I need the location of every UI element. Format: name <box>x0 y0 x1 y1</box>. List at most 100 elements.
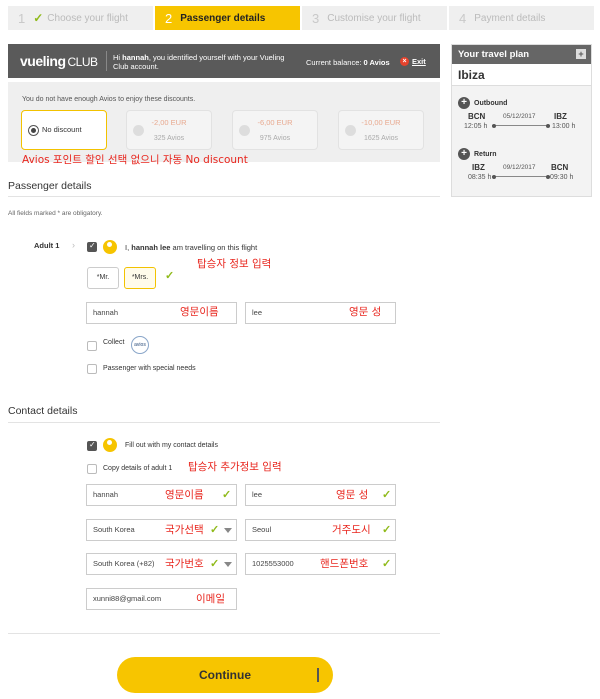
leg-date: 09/12/2017 <box>503 164 536 171</box>
copy-adult-checkbox[interactable] <box>87 464 97 474</box>
step-number: 1 <box>18 10 26 26</box>
travelling-checkbox[interactable] <box>87 241 97 252</box>
step-number: 4 <box>459 10 467 26</box>
radio-icon <box>345 125 356 136</box>
logo-sub: CLUB <box>67 55 99 69</box>
chevron-right-icon: › <box>72 240 75 250</box>
check-icon: ✓ <box>222 489 232 501</box>
origin-code: BCN <box>468 112 486 121</box>
departure-time: 08:35 h <box>468 174 492 181</box>
step-number: 2 <box>165 10 173 26</box>
leg-date: 05/12/2017 <box>503 113 536 120</box>
check-icon: ✓ <box>33 11 44 25</box>
origin-code: IBZ <box>472 163 485 172</box>
annotation-contact: 탑승자 추가정보 입력 <box>188 461 282 473</box>
check-icon: ✓ <box>210 558 220 570</box>
flight-line <box>492 174 550 179</box>
copy-adult-label: Copy details of adult 1 <box>103 465 173 472</box>
step-choose-flight[interactable]: 1 ✓ Choose your flight <box>8 6 155 30</box>
annotation-passenger: 탑승자 정보 입력 <box>197 258 272 270</box>
annotation-country: 국가선택 <box>165 524 204 536</box>
contact-last-name-field[interactable]: lee <box>245 484 396 506</box>
required-note: All fields marked * are obligatory. <box>8 210 103 217</box>
leg-label: Outbound <box>474 99 508 107</box>
special-needs-checkbox[interactable] <box>87 364 97 374</box>
avios-balance: Current balance: 0 Avios <box>306 58 390 67</box>
continue-label: Continue <box>199 668 251 682</box>
discount-option-2: -2,00 EUR 325 Avios <box>126 110 212 150</box>
radio-icon <box>133 125 144 136</box>
fill-contact-checkbox[interactable] <box>87 440 97 451</box>
annotation-code: 국가번호 <box>165 558 204 570</box>
step-label: Customise your flight <box>327 12 421 24</box>
step-label: Passenger details <box>180 12 266 24</box>
step-passenger-details: 2 Passenger details <box>155 6 302 30</box>
adult-label: Adult 1 <box>34 241 60 250</box>
discount-label: No discount <box>42 125 82 134</box>
radio-icon <box>28 125 39 136</box>
discount-avios: 325 Avios <box>153 135 185 142</box>
arrival-time: 09:30 h <box>550 174 574 181</box>
check-icon: ✓ <box>382 558 392 570</box>
exit-button[interactable]: × Exit <box>400 57 426 66</box>
close-icon: × <box>400 57 409 66</box>
special-needs-label: Passenger with special needs <box>103 365 196 372</box>
travel-plan-header: Your travel plan + <box>452 45 591 64</box>
chevron-down-icon <box>224 562 232 567</box>
title-mrs-button[interactable]: *Mrs. <box>124 267 156 289</box>
flight-line <box>492 123 550 128</box>
club-message: Hi hannah, you identified yourself with … <box>113 53 288 71</box>
destination-code: BCN <box>551 163 569 172</box>
divider <box>8 633 440 634</box>
annotation-last-name: 영문 성 <box>349 306 382 318</box>
city-field[interactable]: Seoul <box>245 519 396 541</box>
travel-plan-title: Your travel plan <box>458 49 530 60</box>
divider <box>106 51 107 71</box>
balance-value: 0 Avios <box>363 58 390 67</box>
collect-checkbox[interactable] <box>87 341 97 351</box>
user-icon <box>103 240 117 254</box>
discount-option-none[interactable]: No discount <box>21 110 107 150</box>
leg-label: Return <box>474 150 497 158</box>
discount-option-6: -6,00 EUR 975 Avios <box>232 110 318 150</box>
check-icon: ✓ <box>382 489 392 501</box>
fill-contact-label: Fill out with my contact details <box>125 442 218 449</box>
check-icon: ✓ <box>382 524 392 536</box>
outbound-title: + Outbound <box>458 97 507 109</box>
step-label: Payment details <box>474 12 546 24</box>
user-icon <box>103 438 117 452</box>
annotation-email: 이메일 <box>196 593 225 605</box>
check-icon: ✓ <box>165 270 175 282</box>
destination-code: IBZ <box>554 112 567 121</box>
annotation-first-name: 영문이름 <box>180 306 219 318</box>
chevron-down-icon <box>224 528 232 533</box>
expand-icon[interactable]: + <box>576 49 586 59</box>
user-name: hannah <box>122 53 149 62</box>
continue-button[interactable]: Continue <box>117 657 333 693</box>
travelling-name: hannah lee <box>131 243 171 252</box>
step-number: 3 <box>312 10 320 26</box>
arrival-time: 13:00 h <box>552 123 576 130</box>
annotation-avios: Avios 포인트 할인 선택 없으니 자동 No discount <box>22 154 248 166</box>
radio-icon <box>239 125 250 136</box>
divider <box>8 196 440 197</box>
exit-label: Exit <box>412 57 426 66</box>
annotation-contact-last: 영문 성 <box>336 489 369 501</box>
arrow-icon <box>317 668 325 682</box>
travelling-text: I, hannah lee am travelling on this flig… <box>125 243 257 252</box>
collect-label: Collect <box>103 339 125 346</box>
title-mr-button[interactable]: *Mr. <box>87 267 119 289</box>
logo-text: vueling <box>20 53 66 69</box>
passenger-details-heading: Passenger details <box>8 180 92 192</box>
contact-first-name-field[interactable]: hannah <box>86 484 237 506</box>
avios-discount-panel: You do not have enough Avios to enjoy th… <box>8 82 440 162</box>
return-title: + Return <box>458 148 497 160</box>
balance-label: Current balance: <box>306 58 364 67</box>
divider <box>8 422 440 423</box>
annotation-city: 거주도시 <box>332 524 371 536</box>
departure-time: 12:05 h <box>464 123 488 130</box>
check-icon: ✓ <box>210 524 220 536</box>
txt: am travelling on this flight <box>170 243 258 252</box>
vueling-club-logo: vueling CLUB <box>20 53 98 69</box>
destination: Ibiza <box>452 64 591 86</box>
